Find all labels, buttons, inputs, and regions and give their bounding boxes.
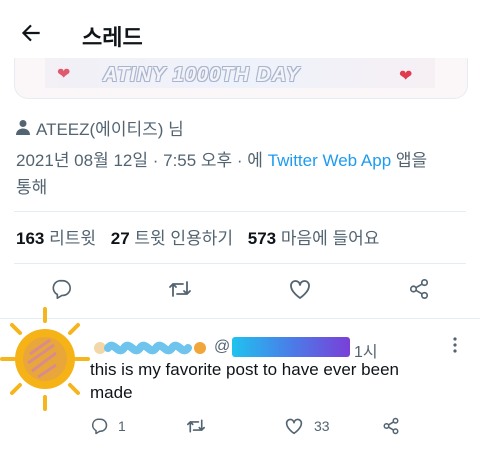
more-icon[interactable] [452,335,458,355]
retweets-count: 163 [16,229,45,248]
reply-icon[interactable] [50,278,72,300]
likes-label: 마음에 들어요 [280,229,380,248]
tweet-timestamp[interactable]: 2021년 08월 12일 · 7:55 오후 · 에 [16,151,263,170]
page-title: 스레드 [82,25,143,50]
tweet-media[interactable]: ❤ ATINY 1000TH DAY ❤ [14,58,468,99]
like-icon[interactable] [288,278,312,300]
divider [14,263,466,264]
app-header: 스레드 [0,0,480,62]
author-credit[interactable]: ATEEZ(에이티즈) 님 [36,115,184,140]
tweet-stats: 163 리트윗 27 트윗 인용하기 573 마음에 들어요 [16,224,379,249]
banner-heart-left: ❤ [57,66,71,83]
divider [14,211,466,212]
display-name-scribble[interactable] [92,337,208,359]
likes-count: 573 [247,229,277,248]
tweet-source-suffix: 앱을 [395,151,428,170]
quotes-count: 27 [110,229,130,248]
reply-text-line2: made [90,383,133,402]
tweet-source-suffix-2: 통해 [16,178,48,197]
back-arrow-icon[interactable] [18,20,44,46]
handle-redaction [232,337,350,357]
reply-icon[interactable] [90,417,108,435]
reply-tweet[interactable]: @ 1시 this is my favorite post to have ev… [0,307,480,452]
banner-text: ATINY 1000TH DAY [103,64,301,86]
person-icon [16,119,30,135]
retweet-icon[interactable] [168,278,192,300]
likes-stat[interactable]: 573 마음에 들어요 [248,229,380,248]
reply-handle-prefix[interactable]: @ [214,338,230,356]
tweet-source-link[interactable]: Twitter Web App [268,151,391,170]
share-icon[interactable] [382,417,400,435]
quotes-label: 트윗 인용하기 [134,229,233,248]
tweet-date-line: 2021년 08월 12일 · 7:55 오후 · 에 Twitter Web … [16,149,427,173]
like-icon[interactable] [284,417,304,435]
like-count: 33 [314,418,330,434]
retweets-label: 리트윗 [49,229,97,248]
reply-text-line1: this is my favorite post to have ever be… [90,360,399,379]
share-icon[interactable] [408,278,430,300]
banner-heart-right: ❤ [399,68,413,85]
avatar[interactable] [0,299,90,419]
reply-count: 1 [118,418,126,434]
quotes-stat[interactable]: 27 트윗 인용하기 [111,229,238,248]
attribution-line: ATEEZ(에이티즈) 님 [16,115,184,139]
retweet-icon[interactable] [186,417,206,435]
retweets-stat[interactable]: 163 리트윗 [16,229,101,248]
